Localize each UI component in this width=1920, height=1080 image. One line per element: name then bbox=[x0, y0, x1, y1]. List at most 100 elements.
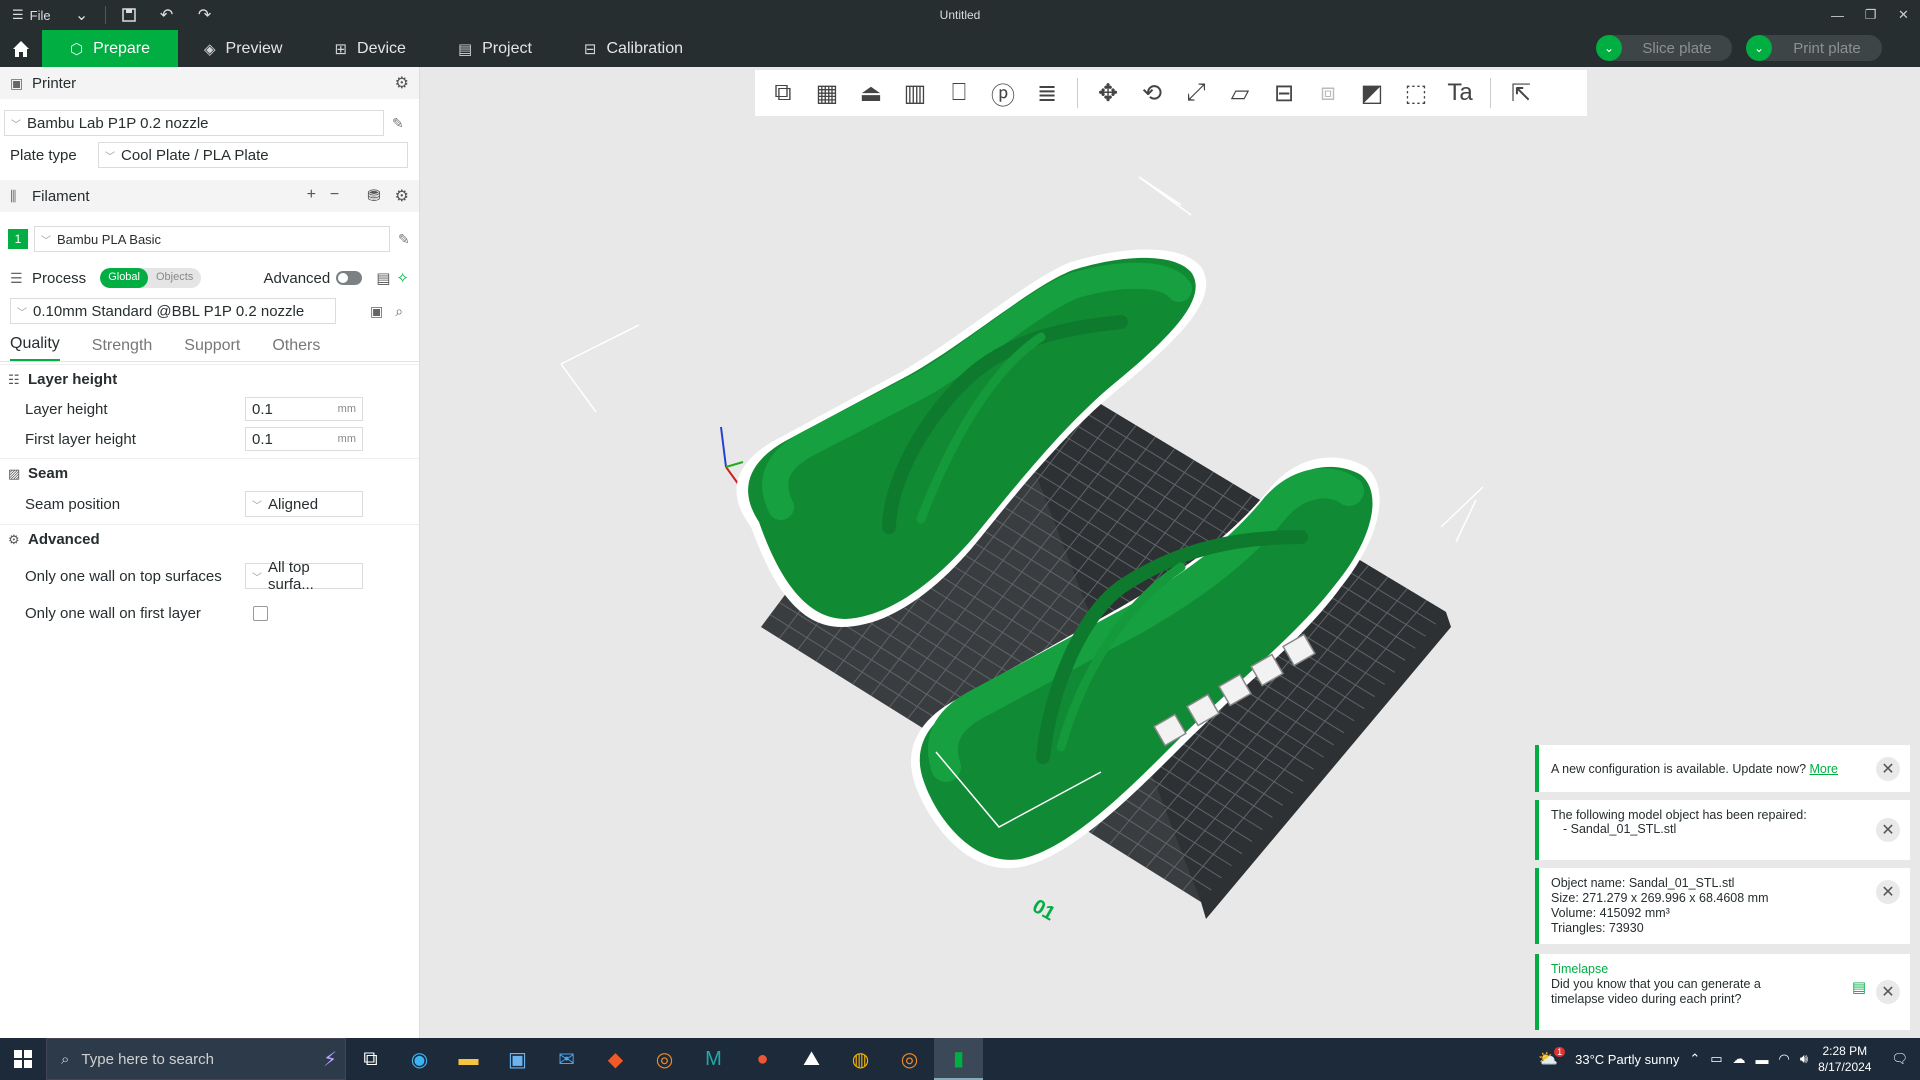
chrome-icon[interactable]: ◍ bbox=[836, 1038, 885, 1080]
objects-option[interactable]: Objects bbox=[148, 268, 201, 288]
remove-filament-icon[interactable]: − bbox=[330, 186, 339, 206]
advanced-switch[interactable] bbox=[336, 271, 363, 285]
assembly-view-icon[interactable]: ⇱ bbox=[1499, 73, 1543, 113]
layers-editing-icon[interactable]: ≣ bbox=[1025, 73, 1069, 113]
tab-others[interactable]: Others bbox=[272, 337, 320, 361]
filament-select[interactable]: ﹀ Bambu PLA Basic bbox=[34, 226, 390, 252]
filament-settings-gear-icon[interactable]: ⚙ bbox=[395, 186, 409, 206]
meet-now-icon[interactable]: ▭ bbox=[1710, 1051, 1722, 1067]
toolbar-divider bbox=[1077, 78, 1078, 108]
tab-project[interactable]: ▤ Project bbox=[432, 30, 558, 67]
first-layer-wall-checkbox[interactable] bbox=[253, 605, 268, 621]
restore-icon[interactable]: ❐ bbox=[1854, 0, 1887, 30]
config-more-link[interactable]: More bbox=[1810, 762, 1838, 776]
chevron-down-icon[interactable]: ⌄ bbox=[63, 0, 101, 30]
close-icon[interactable]: ✕ bbox=[1876, 818, 1900, 842]
mail-icon[interactable]: ✉ bbox=[542, 1038, 591, 1080]
windows-start-icon[interactable] bbox=[0, 1038, 46, 1080]
printer-settings-gear-icon[interactable]: ⚙ bbox=[395, 73, 409, 93]
tab-support[interactable]: Support bbox=[184, 337, 240, 361]
print-plate-label: Print plate bbox=[1793, 39, 1861, 57]
save-preset-icon[interactable]: ▣ bbox=[370, 303, 383, 320]
tab-quality[interactable]: Quality bbox=[10, 335, 60, 361]
scale-icon[interactable]: ⤢ bbox=[1174, 73, 1218, 113]
print-plate-button[interactable]: ⌄ Print plate bbox=[1746, 35, 1882, 61]
file-explorer-icon[interactable]: ▬ bbox=[444, 1038, 493, 1080]
global-objects-toggle[interactable]: Global Objects bbox=[100, 268, 202, 288]
seam-position-select[interactable]: ﹀ Aligned bbox=[245, 491, 363, 517]
tab-calibration[interactable]: ⊟ Calibration bbox=[558, 30, 709, 67]
battery-icon[interactable]: ▬ bbox=[1756, 1052, 1769, 1067]
plate-type-select[interactable]: ﹀ Cool Plate / PLA Plate bbox=[98, 142, 408, 168]
volume-icon[interactable]: 🔊︎ bbox=[1800, 1051, 1808, 1067]
home-icon[interactable] bbox=[0, 30, 42, 67]
arrange-icon[interactable]: ▥ bbox=[893, 73, 937, 113]
add-object-icon[interactable]: ⧉ bbox=[761, 73, 805, 113]
blender-icon-2[interactable]: ◎ bbox=[885, 1038, 934, 1080]
close-icon[interactable]: ✕ bbox=[1876, 756, 1900, 781]
first-layer-height-input[interactable]: 0.1 mm bbox=[245, 427, 363, 451]
text-icon[interactable]: Ta bbox=[1438, 73, 1482, 113]
close-icon[interactable]: ✕ bbox=[1876, 880, 1900, 904]
cut-icon[interactable]: ⊟ bbox=[1262, 73, 1306, 113]
edit-icon[interactable]: ✎ bbox=[392, 115, 404, 132]
minimize-icon[interactable]: — bbox=[1821, 0, 1854, 30]
split-objects-icon[interactable]: ⎕ bbox=[937, 73, 981, 113]
store-icon[interactable]: ▣ bbox=[493, 1038, 542, 1080]
close-icon[interactable]: ✕ bbox=[1876, 980, 1900, 1004]
boolean-icon[interactable]: ⧈ bbox=[1306, 73, 1350, 113]
clipboard-icon[interactable]: ▤ bbox=[1852, 980, 1866, 995]
search-icon[interactable]: ⌕ bbox=[395, 303, 403, 320]
auto-orient-icon[interactable]: ⏏ bbox=[849, 73, 893, 113]
tab-device[interactable]: ⊞ Device bbox=[308, 30, 431, 67]
weather-text[interactable]: 33°C Partly sunny bbox=[1575, 1052, 1679, 1067]
filament-sync-icon[interactable]: ⛃ bbox=[367, 186, 380, 206]
slice-plate-button[interactable]: ⌄ Slice plate bbox=[1596, 35, 1732, 61]
layer-height-label: Layer height bbox=[25, 400, 108, 418]
first-layer-wall-label: Only one wall on first layer bbox=[25, 604, 201, 622]
split-parts-icon[interactable]: ⓟ bbox=[981, 73, 1025, 113]
filament-number-badge[interactable]: 1 bbox=[8, 229, 28, 249]
redo-icon[interactable]: ↷ bbox=[186, 0, 224, 30]
task-view-icon[interactable]: ⧉ bbox=[346, 1038, 395, 1080]
bambu-studio-icon[interactable]: ▮ bbox=[934, 1038, 983, 1080]
blender-icon[interactable]: ◎ bbox=[640, 1038, 689, 1080]
compare-icon[interactable]: ▤ bbox=[376, 269, 390, 287]
close-icon[interactable]: ✕ bbox=[1887, 0, 1920, 30]
chevron-up-icon[interactable]: ⌃ bbox=[1689, 1051, 1700, 1067]
seam-paint-icon[interactable]: ⬚ bbox=[1394, 73, 1438, 113]
onedrive-icon[interactable]: ☁ bbox=[1733, 1051, 1746, 1067]
layer-height-input[interactable]: 0.1 mm bbox=[245, 397, 363, 421]
notifications-icon[interactable]: 🗨︎ bbox=[1891, 1051, 1908, 1067]
add-filament-icon[interactable]: + bbox=[307, 186, 316, 206]
chevron-down-icon[interactable]: ⌄ bbox=[1746, 35, 1772, 61]
tab-strength[interactable]: Strength bbox=[92, 337, 152, 361]
tab-prepare[interactable]: ⬡ Prepare bbox=[42, 30, 178, 67]
chevron-down-icon[interactable]: ⌄ bbox=[1596, 35, 1622, 61]
process-preset-select[interactable]: ﹀ 0.10mm Standard @BBL P1P 0.2 nozzle bbox=[10, 298, 336, 324]
rotate-icon[interactable]: ⟲ bbox=[1130, 73, 1174, 113]
clock[interactable]: 2:28 PM 8/17/2024 bbox=[1818, 1043, 1871, 1075]
move-icon[interactable]: ✥ bbox=[1086, 73, 1130, 113]
save-icon[interactable] bbox=[110, 0, 148, 30]
add-plate-icon[interactable]: ▦ bbox=[805, 73, 849, 113]
edge-icon[interactable]: ◉ bbox=[395, 1038, 444, 1080]
seam-group-title: ▨ Seam bbox=[0, 458, 419, 488]
top-wall-select[interactable]: ﹀ All top surfa... bbox=[245, 559, 363, 593]
app-red-icon[interactable]: ● bbox=[738, 1038, 787, 1080]
file-menu[interactable]: ☰ File bbox=[0, 0, 63, 30]
brave-icon[interactable]: ◆ bbox=[591, 1038, 640, 1080]
global-option[interactable]: Global bbox=[100, 268, 148, 288]
taskbar-search[interactable]: ⌕ Type here to search ⚡ bbox=[46, 1038, 346, 1080]
tab-preview[interactable]: ◈ Preview bbox=[178, 30, 308, 67]
support-paint-icon[interactable]: ◩ bbox=[1350, 73, 1394, 113]
lay-on-face-icon[interactable]: ⏥ bbox=[1218, 73, 1262, 113]
app-m-icon[interactable]: M bbox=[689, 1038, 738, 1080]
photo-app-icon[interactable]: ⛰ bbox=[787, 1038, 836, 1080]
undo-icon[interactable]: ↶ bbox=[148, 0, 186, 30]
tab-project-label: Project bbox=[482, 39, 532, 57]
wifi-icon[interactable]: ◠ bbox=[1779, 1051, 1790, 1067]
printer-select[interactable]: ﹀ Bambu Lab P1P 0.2 nozzle bbox=[4, 110, 384, 136]
edit-icon[interactable]: ✎ bbox=[398, 231, 410, 248]
wizard-icon[interactable]: ✧ bbox=[396, 269, 409, 287]
